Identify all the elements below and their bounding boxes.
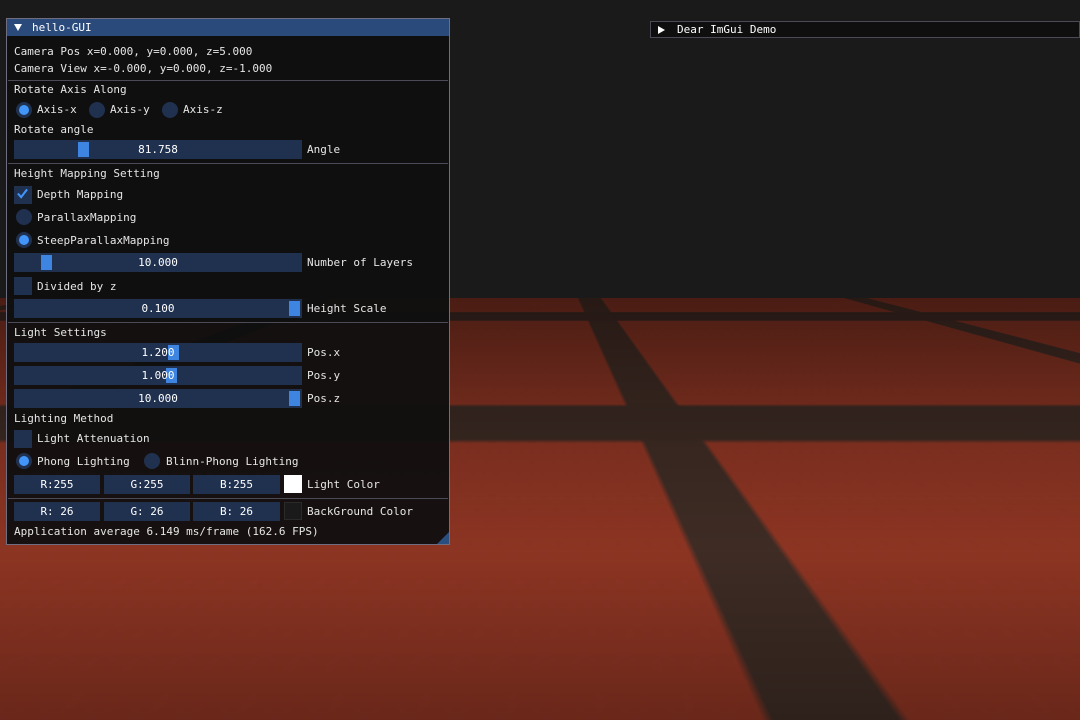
height-scale-label: Height Scale xyxy=(307,302,386,315)
bg-color-label: BackGround Color xyxy=(307,505,413,518)
height-scale-value: 0.100 xyxy=(14,299,302,318)
radio-axis-z-label[interactable]: Axis-z xyxy=(183,103,223,116)
separator xyxy=(8,163,448,164)
layers-value: 10.000 xyxy=(14,253,302,272)
separator xyxy=(8,498,448,499)
light-color-b-field[interactable]: B:255 xyxy=(193,475,280,494)
fps-text: Application average 6.149 ms/frame (162.… xyxy=(14,525,319,538)
light-pos-z-slider[interactable]: 10.000 xyxy=(14,389,302,408)
light-pos-y-value: 1.000 xyxy=(14,366,302,385)
radio-axis-z[interactable] xyxy=(162,102,178,118)
demo-window-title: Dear ImGui Demo xyxy=(677,23,776,36)
window-title: hello-GUI xyxy=(32,21,92,34)
depth-mapping-label[interactable]: Depth Mapping xyxy=(37,188,123,201)
separator xyxy=(8,80,448,81)
bg-color-b-field[interactable]: B: 26 xyxy=(193,502,280,521)
angle-value: 81.758 xyxy=(14,140,302,159)
divided-by-z-label[interactable]: Divided by z xyxy=(37,280,116,293)
light-pos-x-label: Pos.x xyxy=(307,346,340,359)
radio-axis-x[interactable] xyxy=(16,102,32,118)
depth-mapping-checkbox[interactable] xyxy=(14,186,32,204)
collapse-arrow-icon[interactable] xyxy=(658,26,665,34)
light-color-g-field[interactable]: G:255 xyxy=(104,475,190,494)
bg-color-swatch[interactable] xyxy=(284,502,302,520)
steep-parallax-mapping-label[interactable]: SteepParallaxMapping xyxy=(37,234,169,247)
parallax-mapping-label[interactable]: ParallaxMapping xyxy=(37,211,136,224)
layers-label: Number of Layers xyxy=(307,256,413,269)
light-pos-y-label: Pos.y xyxy=(307,369,340,382)
checkmark-icon xyxy=(17,188,28,199)
light-attenuation-label[interactable]: Light Attenuation xyxy=(37,432,150,445)
light-pos-x-value: 1.200 xyxy=(14,343,302,362)
height-scale-slider[interactable]: 0.100 xyxy=(14,299,302,318)
phong-lighting-label[interactable]: Phong Lighting xyxy=(37,455,130,468)
light-pos-z-label: Pos.z xyxy=(307,392,340,405)
radio-axis-x-label[interactable]: Axis-x xyxy=(37,103,77,116)
layers-slider[interactable]: 10.000 xyxy=(14,253,302,272)
light-color-swatch[interactable] xyxy=(284,475,302,493)
bg-color-r-field[interactable]: R: 26 xyxy=(14,502,100,521)
radio-parallax-mapping[interactable] xyxy=(16,209,32,225)
light-settings-header: Light Settings xyxy=(14,326,107,339)
rotate-axis-header: Rotate Axis Along xyxy=(14,83,127,96)
height-mapping-header: Height Mapping Setting xyxy=(14,167,160,180)
collapse-arrow-icon[interactable] xyxy=(14,24,22,31)
rotate-angle-header: Rotate angle xyxy=(14,123,93,136)
light-attenuation-checkbox[interactable] xyxy=(14,430,32,448)
light-pos-x-slider[interactable]: 1.200 xyxy=(14,343,302,362)
angle-label: Angle xyxy=(307,143,340,156)
resize-grip[interactable] xyxy=(437,532,449,544)
radio-axis-y[interactable] xyxy=(89,102,105,118)
imgui-demo-window[interactable]: Dear ImGui Demo xyxy=(650,21,1080,38)
hello-gui-window[interactable]: hello-GUI Camera Pos x=0.000, y=0.000, z… xyxy=(6,18,450,545)
light-color-label: Light Color xyxy=(307,478,380,491)
angle-slider[interactable]: 81.758 xyxy=(14,140,302,159)
light-pos-z-value: 10.000 xyxy=(14,389,302,408)
radio-blinn-phong-lighting[interactable] xyxy=(144,453,160,469)
radio-axis-y-label[interactable]: Axis-y xyxy=(110,103,150,116)
radio-phong-lighting[interactable] xyxy=(16,453,32,469)
blinn-phong-lighting-label[interactable]: Blinn-Phong Lighting xyxy=(166,455,298,468)
camera-view-text: Camera View x=-0.000, y=0.000, z=-1.000 xyxy=(14,62,272,75)
bg-color-g-field[interactable]: G: 26 xyxy=(104,502,190,521)
window-titlebar[interactable]: hello-GUI xyxy=(7,19,449,36)
light-color-r-field[interactable]: R:255 xyxy=(14,475,100,494)
divided-by-z-checkbox[interactable] xyxy=(14,277,32,295)
separator xyxy=(8,322,448,323)
lighting-method-header: Lighting Method xyxy=(14,412,113,425)
light-pos-y-slider[interactable]: 1.000 xyxy=(14,366,302,385)
camera-pos-text: Camera Pos x=0.000, y=0.000, z=5.000 xyxy=(14,45,252,58)
radio-steep-parallax-mapping[interactable] xyxy=(16,232,32,248)
